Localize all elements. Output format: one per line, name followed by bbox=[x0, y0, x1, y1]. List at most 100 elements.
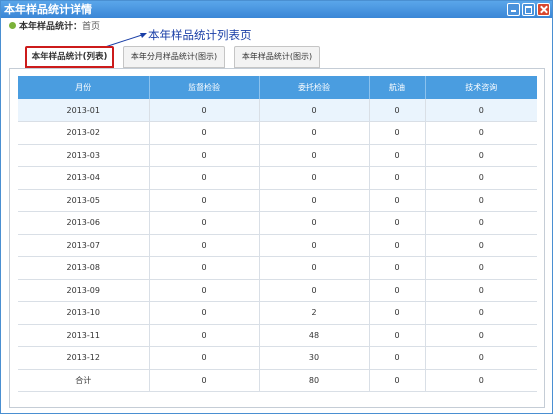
table-cell: 2013-08 bbox=[18, 256, 150, 280]
breadcrumb: 本年样品统计：首页 bbox=[9, 21, 100, 33]
table-row[interactable]: 2013-06 0 0 0 0 bbox=[18, 211, 537, 235]
table-cell: 0 bbox=[149, 346, 260, 370]
table-cell: 0 bbox=[369, 301, 426, 325]
table-cell: 0 bbox=[369, 369, 426, 392]
arrow-bullet-icon bbox=[9, 22, 16, 29]
header-tech-consulting[interactable]: 技术咨询 bbox=[425, 76, 537, 99]
table-cell: 0 bbox=[369, 121, 426, 145]
table-cell: 0 bbox=[149, 301, 260, 325]
table-row[interactable]: 2013-09 0 0 0 0 bbox=[18, 279, 537, 302]
table-cell: 30 bbox=[259, 346, 370, 370]
table-cell: 0 bbox=[149, 189, 260, 212]
table-cell: 0 bbox=[149, 234, 260, 257]
table-cell: 0 bbox=[149, 121, 260, 145]
table-cell: 0 bbox=[149, 166, 260, 190]
tab-yearly-chart[interactable]: 本年样品统计(图示) bbox=[234, 46, 320, 68]
table-cell: 0 bbox=[259, 234, 370, 257]
table-cell: 0 bbox=[369, 346, 426, 370]
header-aviation-fuel[interactable]: 航油 bbox=[369, 76, 426, 99]
table-cell: 0 bbox=[369, 144, 426, 167]
close-icon[interactable] bbox=[537, 3, 550, 16]
annotation-label: 本年样品统计列表页 bbox=[148, 28, 252, 42]
table-cell: 0 bbox=[259, 279, 370, 302]
table-cell: 0 bbox=[425, 256, 537, 280]
table-cell: 0 bbox=[369, 324, 426, 347]
table-cell: 0 bbox=[425, 121, 537, 145]
table-cell: 2013-04 bbox=[18, 166, 150, 190]
table-row[interactable]: 2013-12 0 30 0 0 bbox=[18, 346, 537, 370]
breadcrumb-home-link[interactable]: 首页 bbox=[82, 22, 100, 32]
tab-yearly-list[interactable]: 本年样品统计(列表) bbox=[25, 46, 114, 68]
table-cell: 0 bbox=[149, 144, 260, 167]
table-cell: 0 bbox=[369, 211, 426, 235]
table-cell: 0 bbox=[425, 144, 537, 167]
table-body: 2013-01 0 0 0 0 2013-02 0 0 0 0 2013-03 0 0 0 0 2013-04… bbox=[18, 99, 537, 392]
minimize-icon[interactable] bbox=[507, 3, 520, 16]
table-cell: 0 bbox=[259, 121, 370, 145]
table-cell: 0 bbox=[259, 166, 370, 190]
breadcrumb-label: 本年样品统计： bbox=[19, 22, 83, 32]
table-cell: 0 bbox=[149, 256, 260, 280]
table-row[interactable]: 2013-02 0 0 0 0 bbox=[18, 121, 537, 145]
table-cell: 0 bbox=[425, 279, 537, 302]
table-cell: 2013-12 bbox=[18, 346, 150, 370]
table-row[interactable]: 2013-01 0 0 0 0 bbox=[18, 99, 537, 122]
table-cell: 0 bbox=[369, 99, 426, 122]
table-cell: 0 bbox=[369, 189, 426, 212]
table-cell: 2013-09 bbox=[18, 279, 150, 302]
table-header-row: 月份 监督检验 委托检验 航油 技术咨询 bbox=[18, 76, 537, 99]
table-cell: 2 bbox=[259, 301, 370, 325]
table-cell: 0 bbox=[425, 99, 537, 122]
table-cell: 0 bbox=[149, 369, 260, 392]
table-cell: 合计 bbox=[18, 369, 150, 392]
table-cell: 0 bbox=[425, 369, 537, 392]
table-cell: 2013-06 bbox=[18, 211, 150, 235]
table-cell: 0 bbox=[259, 99, 370, 122]
stats-window: 本年样品统计详情 本年样品统计：首页 本年样品统计列表页 本年样品统计(列表) … bbox=[0, 0, 553, 414]
header-month[interactable]: 月份 bbox=[18, 76, 150, 99]
table-cell: 2013-05 bbox=[18, 189, 150, 212]
table-cell: 0 bbox=[149, 99, 260, 122]
table-cell: 0 bbox=[259, 189, 370, 212]
table-cell: 0 bbox=[425, 346, 537, 370]
table-cell: 0 bbox=[425, 234, 537, 257]
table-row[interactable]: 2013-11 0 48 0 0 bbox=[18, 324, 537, 347]
table-row[interactable]: 2013-10 0 2 0 0 bbox=[18, 301, 537, 325]
table-cell: 0 bbox=[259, 144, 370, 167]
table-row[interactable]: 合计 0 80 0 0 bbox=[18, 369, 537, 392]
table-cell: 0 bbox=[425, 211, 537, 235]
table-cell: 0 bbox=[425, 301, 537, 325]
table-row[interactable]: 2013-07 0 0 0 0 bbox=[18, 234, 537, 257]
table-cell: 0 bbox=[369, 234, 426, 257]
table-cell: 0 bbox=[369, 279, 426, 302]
table-cell: 0 bbox=[425, 166, 537, 190]
tab-monthly-chart[interactable]: 本年分月样品统计(图示) bbox=[123, 46, 225, 68]
table-row[interactable]: 2013-03 0 0 0 0 bbox=[18, 144, 537, 167]
table-cell: 2013-02 bbox=[18, 121, 150, 145]
table-cell: 0 bbox=[259, 211, 370, 235]
table-cell: 0 bbox=[259, 256, 370, 280]
table-row[interactable]: 2013-04 0 0 0 0 bbox=[18, 166, 537, 190]
table-cell: 2013-03 bbox=[18, 144, 150, 167]
table-row[interactable]: 2013-05 0 0 0 0 bbox=[18, 189, 537, 212]
table-cell: 48 bbox=[259, 324, 370, 347]
table-cell: 0 bbox=[369, 256, 426, 280]
table-cell: 2013-10 bbox=[18, 301, 150, 325]
table-row[interactable]: 2013-08 0 0 0 0 bbox=[18, 256, 537, 280]
header-commissioned[interactable]: 委托检验 bbox=[259, 76, 370, 99]
table-cell: 2013-07 bbox=[18, 234, 150, 257]
table-cell: 80 bbox=[259, 369, 370, 392]
header-supervision[interactable]: 监督检验 bbox=[149, 76, 260, 99]
title-bar[interactable]: 本年样品统计详情 bbox=[1, 1, 552, 18]
table-cell: 0 bbox=[425, 324, 537, 347]
table-cell: 2013-01 bbox=[18, 99, 150, 122]
table-cell: 0 bbox=[425, 189, 537, 212]
table-cell: 0 bbox=[149, 279, 260, 302]
table-cell: 0 bbox=[149, 324, 260, 347]
stats-table: 月份 监督检验 委托检验 航油 技术咨询 2013-01 0 0 0 0 2013-02 0… bbox=[18, 76, 537, 392]
table-cell: 2013-11 bbox=[18, 324, 150, 347]
maximize-icon[interactable] bbox=[522, 3, 535, 16]
window-title: 本年样品统计详情 bbox=[4, 3, 92, 16]
table-cell: 0 bbox=[149, 211, 260, 235]
table-cell: 0 bbox=[369, 166, 426, 190]
